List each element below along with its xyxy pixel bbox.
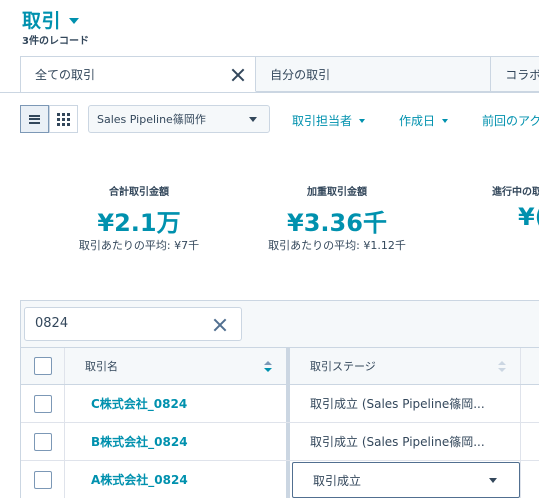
filter-last-activity[interactable]: 前回のアク [482, 112, 539, 129]
filter-deal-owner[interactable]: 取引担当者 [292, 112, 366, 129]
row-rest [521, 461, 539, 498]
grid-icon [57, 112, 70, 126]
deal-name-cell: B株式会社_0824 [65, 423, 290, 460]
deal-name-link[interactable]: C株式会社_0824 [85, 395, 187, 412]
metric-label: 加重取引金額 [307, 187, 367, 198]
tab-label: コラボ [505, 67, 539, 82]
deals-table: 取引名 取引ステージ C株式会社_0824 取引成立 (Sales Pipeli… [20, 300, 539, 498]
search-input[interactable] [35, 316, 205, 331]
row-checkbox[interactable] [33, 470, 52, 489]
table-row: C株式会社_0824 取引成立 (Sales Pipeline篠岡... [21, 385, 539, 423]
clear-search-icon[interactable] [213, 318, 227, 332]
metric-value: ¥( [518, 203, 539, 231]
table-header-row: 取引名 取引ステージ [21, 347, 539, 385]
tab-label: 全ての取引 [35, 67, 96, 82]
view-toggle [20, 105, 78, 133]
deal-stage-select[interactable]: 取引成立 [292, 462, 520, 498]
page-title-row[interactable]: 取引 [22, 6, 80, 33]
filter-label: 前回のアク [482, 114, 539, 128]
deal-stage-cell[interactable]: 取引成立 (Sales Pipeline篠岡... [290, 423, 521, 460]
caret-down-icon [442, 118, 449, 123]
chevron-down-icon[interactable] [69, 17, 80, 24]
metric-average: 取引あたりの平均: ¥7千 [78, 239, 200, 252]
column-header-label: 取引名 [85, 360, 118, 373]
select-all-cell [21, 348, 65, 384]
table-row: B株式会社_0824 取引成立 (Sales Pipeline篠岡... [21, 423, 539, 461]
filter-label: 作成日 [399, 114, 436, 128]
tab-my-deals[interactable]: 自分の取引 [256, 57, 492, 92]
tab-label: 自分の取引 [270, 67, 331, 82]
column-header-deal-stage[interactable]: 取引ステージ [290, 348, 521, 384]
column-header-label: 取引ステージ [310, 360, 376, 373]
metric-label: 合計取引金額 [109, 187, 169, 198]
metric-label: 進行中の取 [492, 187, 539, 198]
metric-value: ¥2.1万 [97, 209, 181, 237]
metric-average: 取引あたりの平均: ¥1.12千 [268, 239, 406, 252]
caret-down-icon [249, 117, 257, 122]
row-checkbox[interactable] [33, 394, 52, 413]
page-title[interactable]: 取引 [22, 6, 61, 33]
sort-icon[interactable] [498, 361, 506, 373]
caret-down-icon [489, 478, 497, 483]
deal-stage-cell[interactable]: 取引成立 (Sales Pipeline篠岡... [290, 385, 521, 422]
deal-name-link[interactable]: A株式会社_0824 [85, 471, 188, 488]
list-icon [29, 114, 40, 124]
sort-icon[interactable] [264, 361, 272, 373]
row-select-cell [21, 385, 65, 422]
filter-create-date[interactable]: 作成日 [399, 112, 449, 129]
view-tabs: 全ての取引 自分の取引 コラボ [20, 56, 539, 92]
filter-label: 取引担当者 [292, 114, 353, 128]
pipeline-select[interactable]: Sales Pipeline篠岡作 [88, 105, 270, 133]
pipeline-select-value: Sales Pipeline篠岡作 [97, 113, 206, 126]
tab-all-deals[interactable]: 全ての取引 [21, 57, 257, 92]
row-select-cell [21, 461, 65, 498]
record-count: 3件のレコード [22, 36, 89, 47]
metric-total-amount: 合計取引金額 ¥2.1万 取引あたりの平均: ¥7千 [54, 183, 224, 253]
tab-collab[interactable]: コラボ [491, 57, 539, 92]
table-row: A株式会社_0824 取引成立 [21, 461, 539, 498]
metric-weighted-amount: 加重取引金額 ¥3.36千 取引あたりの平均: ¥1.12千 [252, 183, 422, 253]
deal-stage-value: 取引成立 (Sales Pipeline篠岡... [310, 435, 485, 449]
deal-stage-select-value: 取引成立 [313, 473, 362, 488]
column-header-more [521, 348, 539, 384]
column-header-deal-name[interactable]: 取引名 [65, 348, 290, 384]
row-select-cell [21, 423, 65, 460]
row-checkbox[interactable] [33, 432, 52, 451]
row-rest [521, 385, 539, 422]
metric-open-amount: 進行中の取 ¥( [482, 183, 539, 235]
deal-name-cell: A株式会社_0824 [65, 461, 290, 498]
select-all-checkbox[interactable] [33, 357, 52, 375]
deal-stage-value: 取引成立 (Sales Pipeline篠岡... [310, 397, 485, 411]
tabs-divider [0, 92, 539, 93]
metric-value: ¥3.36千 [287, 209, 387, 237]
row-rest [521, 423, 539, 460]
deal-name-cell: C株式会社_0824 [65, 385, 290, 422]
search-box[interactable] [24, 307, 242, 341]
list-view-button[interactable] [20, 105, 49, 133]
close-icon[interactable] [231, 68, 245, 82]
caret-down-icon [359, 118, 366, 123]
deal-stage-cell: 取引成立 [290, 461, 521, 498]
table-grid: 取引名 取引ステージ C株式会社_0824 取引成立 (Sales Pipeli… [21, 347, 539, 498]
deal-name-link[interactable]: B株式会社_0824 [85, 433, 188, 450]
board-view-button[interactable] [49, 105, 78, 133]
